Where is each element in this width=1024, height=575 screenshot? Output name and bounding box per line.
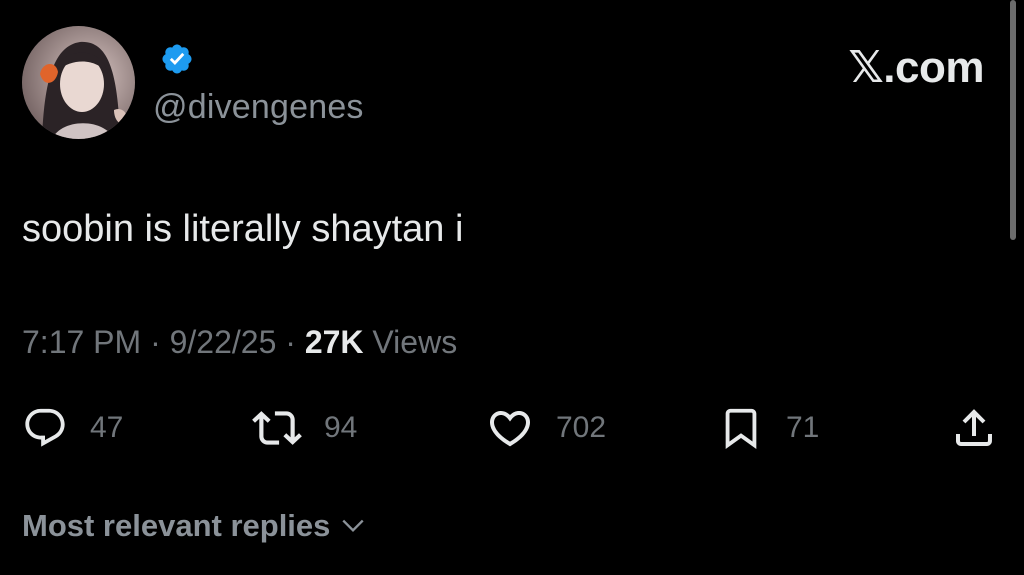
brand-watermark: 𝕏.com (848, 43, 984, 92)
bookmark-icon (725, 408, 757, 449)
profile-photo (22, 26, 135, 139)
like-button[interactable]: 702 (486, 400, 606, 456)
views-label: Views (372, 324, 458, 360)
repost-button[interactable]: 94 (252, 400, 357, 456)
post-text: soobin is literally shaytan i (22, 208, 464, 250)
post-detail-view: @divengenes 𝕏.com soobin is literally sh… (0, 0, 1024, 575)
chevron-down-icon (342, 519, 364, 533)
reply-count: 47 (90, 411, 124, 444)
post-meta: 7:17 PM · 9/22/25 · 27K Views (22, 324, 457, 361)
replies-sort-dropdown[interactable]: Most relevant replies (22, 508, 366, 544)
post-time[interactable]: 7:17 PM (22, 324, 141, 360)
meta-separator: · (150, 324, 161, 360)
action-bar: 47 94 702 71 (0, 400, 1024, 456)
repost-count: 94 (324, 411, 358, 444)
like-count: 702 (556, 411, 607, 444)
replies-sort-label: Most relevant replies (22, 508, 331, 543)
scrollbar[interactable] (1010, 0, 1016, 240)
heart-icon (489, 411, 531, 447)
share-button[interactable] (950, 400, 998, 456)
bookmark-button[interactable]: 71 (718, 400, 819, 456)
post-date[interactable]: 9/22/25 (170, 324, 277, 360)
bookmark-count: 71 (786, 411, 820, 444)
views-count: 27K (304, 324, 364, 360)
share-icon (956, 409, 992, 446)
reply-icon (25, 408, 65, 447)
meta-separator: · (285, 324, 296, 360)
repost-icon (252, 411, 302, 445)
verified-badge-icon (160, 42, 194, 76)
reply-button[interactable]: 47 (22, 400, 123, 456)
avatar[interactable] (22, 26, 135, 139)
author-handle[interactable]: @divengenes (153, 88, 364, 127)
